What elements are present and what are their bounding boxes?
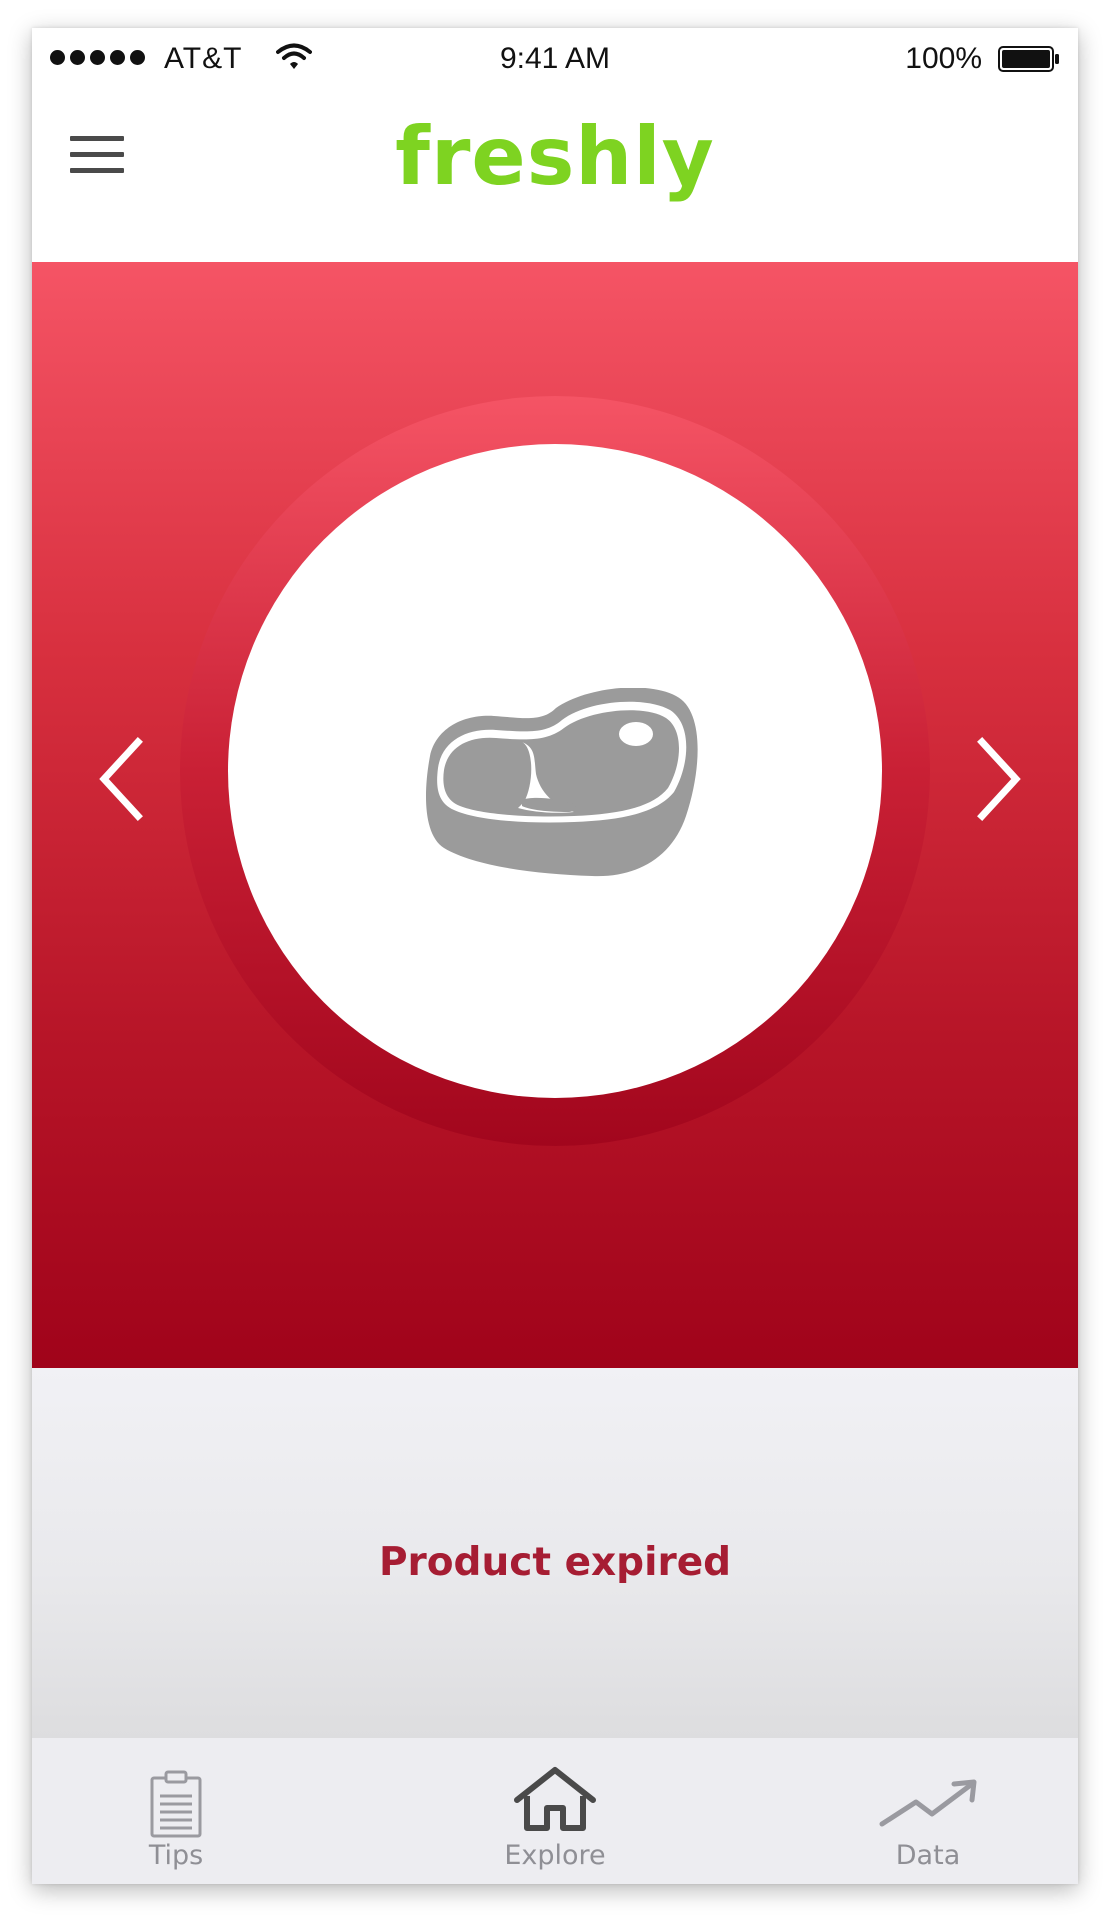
clipboard-icon	[150, 1770, 202, 1838]
product-ring	[180, 396, 930, 1146]
home-icon	[514, 1767, 596, 1831]
chevron-left-icon[interactable]	[92, 734, 152, 824]
brand-logo: freshly	[395, 110, 715, 203]
steak-icon	[426, 688, 698, 877]
status-bar: AT&T 9:41 AM 100%	[32, 28, 1078, 88]
tab-tips[interactable]: Tips	[86, 1738, 266, 1884]
app-header: freshly	[32, 88, 1078, 262]
tab-label-explore: Explore	[504, 1840, 606, 1871]
product-status-text: Product expired	[378, 1540, 732, 1585]
tab-label-tips: Tips	[148, 1840, 204, 1871]
tab-explore[interactable]: Explore	[465, 1738, 645, 1884]
product-status-panel: Product expired	[32, 1368, 1078, 1738]
battery-percent: 100%	[905, 42, 982, 75]
product-hero	[32, 262, 1078, 1368]
battery-icon	[998, 46, 1059, 72]
chevron-right-icon[interactable]	[968, 734, 1028, 824]
tab-label-data: Data	[895, 1840, 961, 1871]
app-screen: AT&T 9:41 AM 100% freshly Product expire…	[32, 28, 1078, 1884]
product-disc[interactable]	[228, 444, 882, 1098]
tab-data[interactable]: Data	[838, 1738, 1018, 1884]
trend-up-icon	[879, 1779, 977, 1827]
tab-bar: Tips Explore Data	[32, 1738, 1078, 1884]
